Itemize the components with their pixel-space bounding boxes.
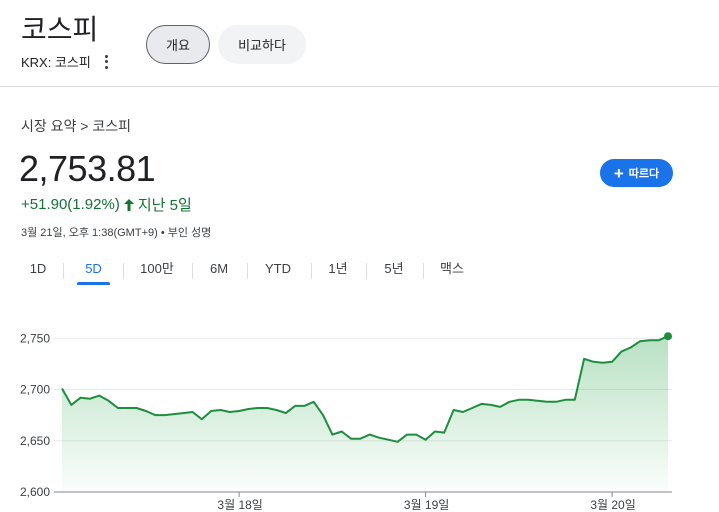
latest-price-point (664, 332, 672, 341)
tab-divider (247, 263, 248, 279)
ticker-subtitle: KRX: 코스피 (21, 52, 109, 71)
x-tick-label: 3월 18일 (217, 498, 262, 512)
range-tab-ytd[interactable]: YTD (260, 255, 296, 285)
y-tick-label: 2,600 (20, 485, 50, 499)
range-tab-1y[interactable]: 1년 (325, 255, 351, 285)
x-tick-label: 3월 20일 (590, 498, 635, 512)
range-tab-5d[interactable]: 5D (77, 255, 110, 285)
y-tick-label: 2,650 (20, 434, 50, 448)
y-tick-label: 2,750 (20, 331, 50, 345)
tab-divider (366, 263, 367, 279)
tab-divider (123, 263, 124, 279)
tab-divider (63, 263, 64, 279)
follow-label: 따르다 (628, 168, 660, 180)
tab-divider (311, 263, 312, 279)
change-value: +51.90(1.92%) (21, 196, 120, 213)
x-tick-label: 3월 19일 (404, 498, 449, 512)
range-tab-1m[interactable]: 100만 (137, 255, 177, 285)
tab-overview[interactable]: 개요 (146, 25, 210, 64)
price-change: +51.90(1.92%) 지난 5일 (21, 194, 192, 215)
breadcrumb[interactable]: 시장 요약 > 코스피 (21, 116, 131, 136)
arrow-up-icon (123, 198, 134, 211)
range-tab-6m[interactable]: 6M (205, 255, 233, 285)
plus-icon: + (613, 163, 624, 183)
change-period: 지난 5일 (137, 197, 192, 214)
quote-timestamp: 3월 21일, 오후 1:38(GMT+9) • 부인 성명 (21, 227, 212, 239)
page-title: 코스피 (21, 14, 99, 45)
y-tick-label: 2,700 (20, 383, 50, 397)
ticker-label: KRX: 코스피 (21, 55, 91, 70)
tab-divider (423, 263, 424, 279)
follow-button[interactable]: + 따르다 (600, 159, 673, 187)
range-tab-5y[interactable]: 5년 (380, 255, 408, 285)
price-chart[interactable]: 2,6002,6502,7002,750 3월 18일3월 19일3월 20일3… (0, 300, 719, 512)
range-tab-1d[interactable]: 1D (28, 255, 48, 285)
more-vert-icon[interactable] (105, 54, 109, 69)
range-tabs: 1D 5D 100만 6M YTD 1년 5년 맥스 (0, 255, 500, 285)
tab-divider (192, 263, 193, 279)
range-tab-max[interactable]: 맥스 (437, 255, 467, 285)
current-price: 2,753.81 (19, 148, 156, 189)
quote-header: 코스피 KRX: 코스피 개요 비교하다 (0, 0, 719, 87)
tab-compare[interactable]: 비교하다 (218, 25, 306, 64)
